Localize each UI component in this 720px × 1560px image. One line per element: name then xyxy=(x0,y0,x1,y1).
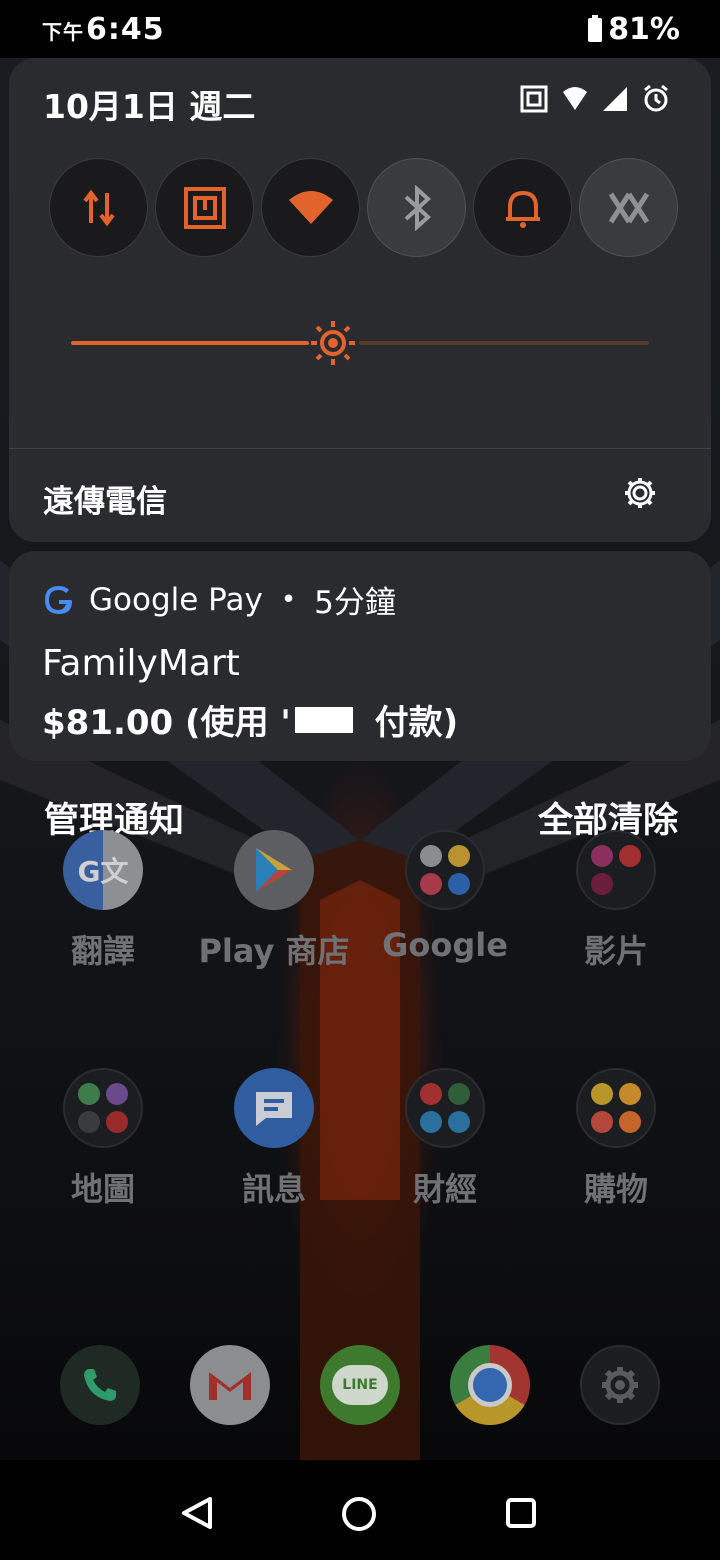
app-shopping-folder[interactable]: 購物 xyxy=(531,1068,701,1210)
app-label: 地圖 xyxy=(70,1170,135,1208)
maps-folder-icon xyxy=(63,1068,143,1148)
tile-bluetooth[interactable] xyxy=(367,158,466,257)
app-video-folder[interactable]: 影片 xyxy=(531,830,701,972)
app-play-store[interactable]: Play 商店 xyxy=(189,830,359,972)
messages-icon xyxy=(234,1068,314,1148)
nfc-icon xyxy=(183,186,226,229)
divider xyxy=(9,448,711,449)
app-messages[interactable]: 訊息 xyxy=(189,1068,359,1210)
google-folder-icon xyxy=(405,830,485,910)
brightness-fill xyxy=(71,341,309,345)
tile-sound[interactable] xyxy=(473,158,572,257)
shopping-folder-icon xyxy=(576,1068,656,1148)
quick-settings-panel: 10月1日 週二 遠傳電信 xyxy=(9,58,711,542)
video-folder-icon xyxy=(576,830,656,910)
wifi-icon xyxy=(563,87,587,110)
phone-icon[interactable] xyxy=(60,1345,140,1425)
status-icons xyxy=(519,84,671,114)
sound-bell-icon xyxy=(505,190,540,228)
app-translate[interactable]: G文 翻譯 xyxy=(18,830,188,972)
notification-header: Google Pay • 5分鐘 xyxy=(43,577,396,622)
app-label: 購物 xyxy=(583,1170,648,1208)
back-icon[interactable] xyxy=(180,1496,214,1530)
play-store-icon xyxy=(234,830,314,910)
date-label: 10月1日 週二 xyxy=(43,87,256,126)
app-label: 影片 xyxy=(583,932,648,970)
settings-gear-icon[interactable] xyxy=(623,476,657,510)
tile-x-mode[interactable] xyxy=(579,158,678,257)
notification-time: 5分鐘 xyxy=(314,585,396,621)
navigation-bar xyxy=(0,1460,720,1560)
app-label: Google xyxy=(382,926,508,964)
app-label: 財經 xyxy=(412,1170,477,1208)
mobile-data-icon xyxy=(82,189,115,226)
brightness-slider[interactable] xyxy=(71,321,649,365)
app-google-folder[interactable]: Google xyxy=(360,830,530,964)
battery-icon xyxy=(588,14,603,42)
brightness-track xyxy=(359,341,649,345)
gmail-icon[interactable] xyxy=(190,1345,270,1425)
app-maps-folder[interactable]: 地圖 xyxy=(18,1068,188,1210)
app-label: Play 商店 xyxy=(198,932,350,970)
app-finance-folder[interactable]: 財經 xyxy=(360,1068,530,1210)
quick-tiles xyxy=(49,158,678,257)
line-icon[interactable]: LINE xyxy=(320,1345,400,1425)
notification-app: Google Pay xyxy=(89,581,263,618)
clock: 下午6:45 xyxy=(42,12,165,47)
battery-indicator: 81% xyxy=(588,12,680,47)
status-bar: 下午6:45 81% xyxy=(0,0,720,58)
settings-icon[interactable] xyxy=(580,1345,660,1425)
tile-mobile-data[interactable] xyxy=(49,158,148,257)
recents-icon[interactable] xyxy=(505,1497,537,1529)
alarm-icon xyxy=(644,84,668,112)
notification-card[interactable]: Google Pay • 5分鐘 FamilyMart $81.00 (使用 '… xyxy=(9,551,711,761)
google-g-icon xyxy=(45,585,72,614)
home-icon[interactable] xyxy=(341,1496,377,1532)
x-mode-icon xyxy=(608,192,649,223)
carrier-label: 遠傳電信 xyxy=(43,484,167,520)
nfc-icon xyxy=(520,85,548,113)
translate-icon: G文 xyxy=(63,830,143,910)
wifi-icon xyxy=(288,190,333,224)
brightness-thumb-icon[interactable] xyxy=(309,319,357,367)
app-label: 訊息 xyxy=(241,1170,306,1208)
signal-icon xyxy=(603,87,627,111)
separator-dot: • xyxy=(280,584,297,615)
app-label: 翻譯 xyxy=(70,932,135,970)
chrome-icon[interactable] xyxy=(450,1345,530,1425)
bluetooth-icon xyxy=(404,184,431,231)
tile-nfc[interactable] xyxy=(155,158,254,257)
notification-title: FamilyMart xyxy=(42,643,240,684)
finance-folder-icon xyxy=(405,1068,485,1148)
battery-percent: 81% xyxy=(608,12,680,47)
tile-wifi[interactable] xyxy=(261,158,360,257)
notification-body: $81.00 (使用 ' 付款) xyxy=(42,703,459,743)
redaction-block xyxy=(294,706,353,733)
